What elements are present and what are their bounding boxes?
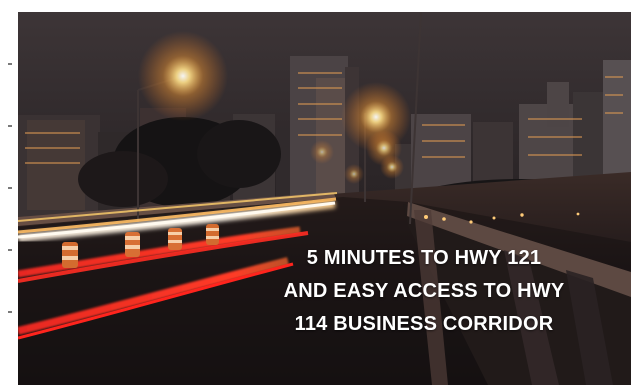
- edge-mark: [8, 311, 12, 313]
- caption-text: 5 MINUTES TO HWY 121 AND EASY ACCESS TO …: [250, 242, 598, 341]
- caption-line-2: AND EASY ACCESS TO HWY: [283, 280, 565, 302]
- edge-mark: [8, 63, 12, 65]
- edge-mark: [8, 125, 12, 127]
- hero-banner: 5 MINUTES TO HWY 121 AND EASY ACCESS TO …: [0, 0, 631, 385]
- caption-line-1: 5 MINUTES TO HWY 121: [306, 247, 542, 269]
- page-edge-marks: [0, 0, 18, 385]
- caption-line-3: 114 BUSINESS CORRIDOR: [294, 313, 554, 335]
- edge-mark: [8, 187, 12, 189]
- edge-mark: [8, 249, 12, 251]
